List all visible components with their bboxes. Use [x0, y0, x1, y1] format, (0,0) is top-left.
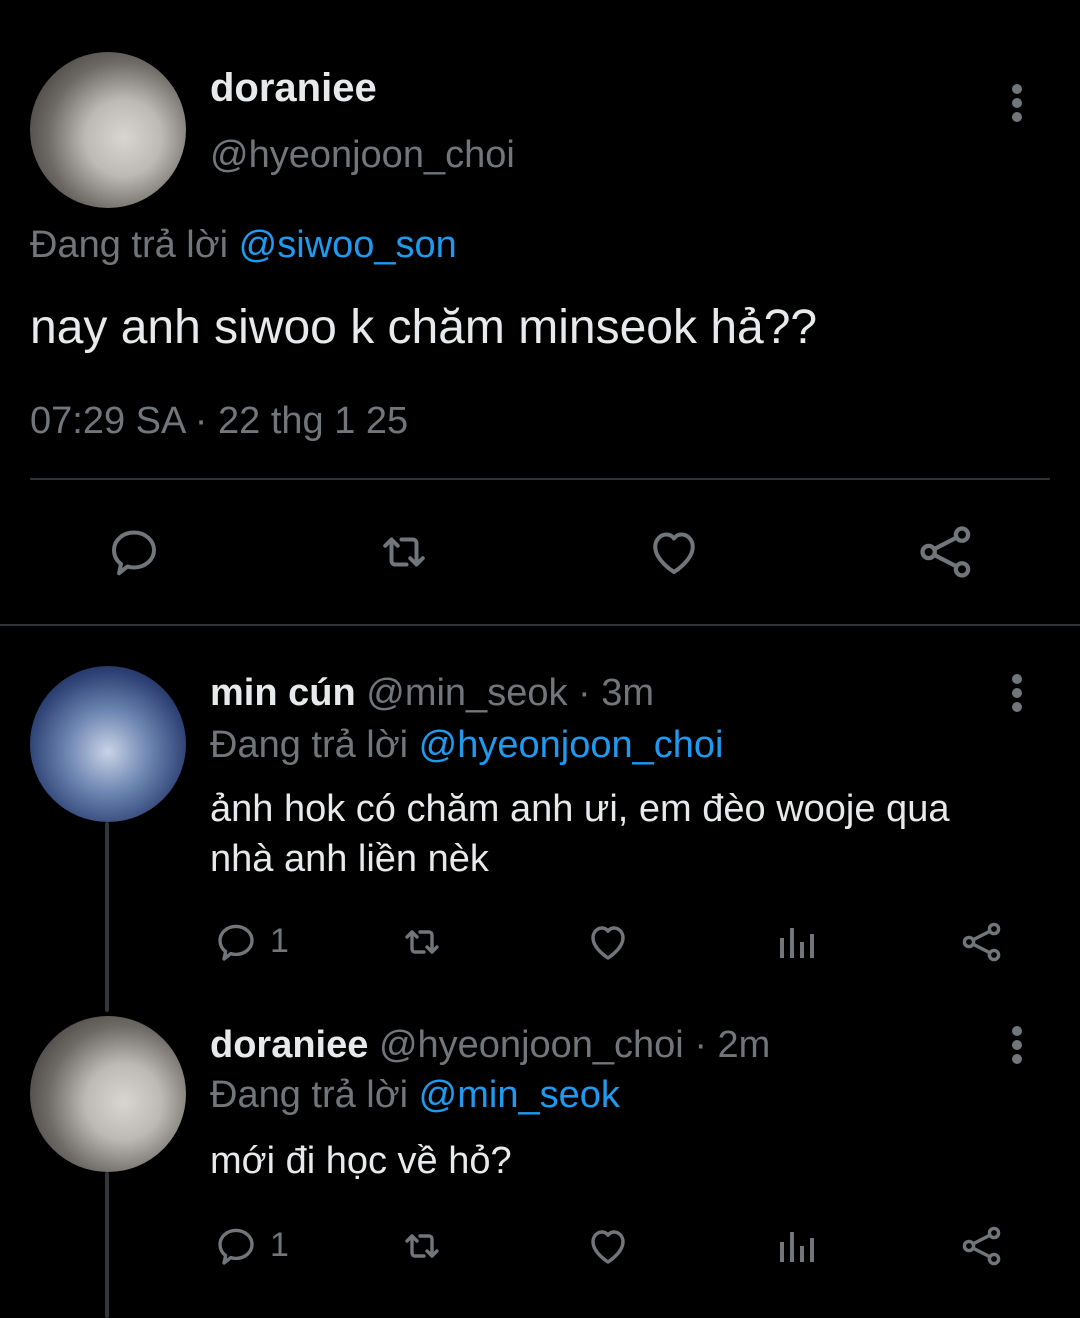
reply-handle[interactable]: @hyeonjoon_choi — [379, 1024, 684, 1066]
retweet-icon[interactable] — [396, 918, 448, 966]
replying-to-line: Đang trả lời @siwoo_son — [30, 224, 457, 267]
reply-avatar[interactable] — [30, 666, 186, 822]
reply-text-line1: mới đi học về hỏ? — [210, 1140, 512, 1182]
analytics-icon[interactable] — [774, 918, 822, 966]
replying-to-link[interactable]: @min_seok — [419, 1074, 620, 1116]
replying-to-line: Đang trả lời @min_seok — [210, 1074, 620, 1117]
divider — [30, 478, 1050, 480]
replying-prefix: Đang trả lời — [210, 1074, 409, 1116]
reply-icon[interactable] — [104, 522, 164, 582]
reply-text-line1: ảnh hok có chăm anh ưi, em đèo wooje qua — [210, 788, 950, 830]
replying-to-link[interactable]: @hyeonjoon_choi — [419, 724, 724, 766]
retweet-icon[interactable] — [372, 522, 436, 582]
reply-display-name[interactable]: doraniee — [210, 1024, 368, 1066]
share-icon[interactable] — [958, 1222, 1006, 1270]
reply-display-name[interactable]: min cún — [210, 672, 356, 714]
thread-line — [105, 1172, 109, 1318]
analytics-icon[interactable] — [774, 1222, 822, 1270]
reply-icon[interactable] — [212, 1222, 260, 1270]
section-divider — [0, 624, 1080, 626]
more-options-icon[interactable] — [1000, 80, 1034, 126]
replying-to-link[interactable]: @siwoo_son — [239, 224, 457, 266]
replying-prefix: Đang trả lời — [210, 724, 409, 766]
reply-icon[interactable] — [212, 918, 260, 966]
author-handle[interactable]: @hyeonjoon_choi — [210, 134, 515, 177]
share-icon[interactable] — [958, 918, 1006, 966]
author-display-name[interactable]: doraniee — [210, 66, 377, 111]
reply-count: 1 — [270, 922, 289, 960]
replying-to-line: Đang trả lời @hyeonjoon_choi — [210, 724, 723, 767]
heart-icon[interactable] — [584, 918, 632, 966]
heart-icon[interactable] — [584, 1222, 632, 1270]
author-avatar[interactable] — [30, 52, 186, 208]
reply-handle[interactable]: @min_seok — [366, 672, 567, 714]
replying-prefix: Đang trả lời — [30, 224, 229, 266]
reply-count: 1 — [270, 1226, 289, 1264]
heart-icon[interactable] — [644, 522, 704, 582]
reply-time: · 3m — [567, 672, 655, 714]
share-icon[interactable] — [914, 520, 978, 584]
reply-header: doraniee @hyeonjoon_choi · 2m — [210, 1024, 770, 1067]
reply-text-line2: nhà anh liền nèk — [210, 838, 489, 880]
reply-avatar[interactable] — [30, 1016, 186, 1172]
retweet-icon[interactable] — [396, 1222, 448, 1270]
more-options-icon[interactable] — [1000, 670, 1034, 716]
thread-line — [105, 822, 109, 1012]
tweet-timestamp[interactable]: 07:29 SA · 22 thg 1 25 — [30, 400, 408, 443]
reply-time: · 2m — [683, 1024, 771, 1066]
tweet-text: nay anh siwoo k chăm minseok hả?? — [30, 301, 818, 354]
reply-header: min cún @min_seok · 3m — [210, 672, 654, 715]
more-options-icon[interactable] — [1000, 1022, 1034, 1068]
